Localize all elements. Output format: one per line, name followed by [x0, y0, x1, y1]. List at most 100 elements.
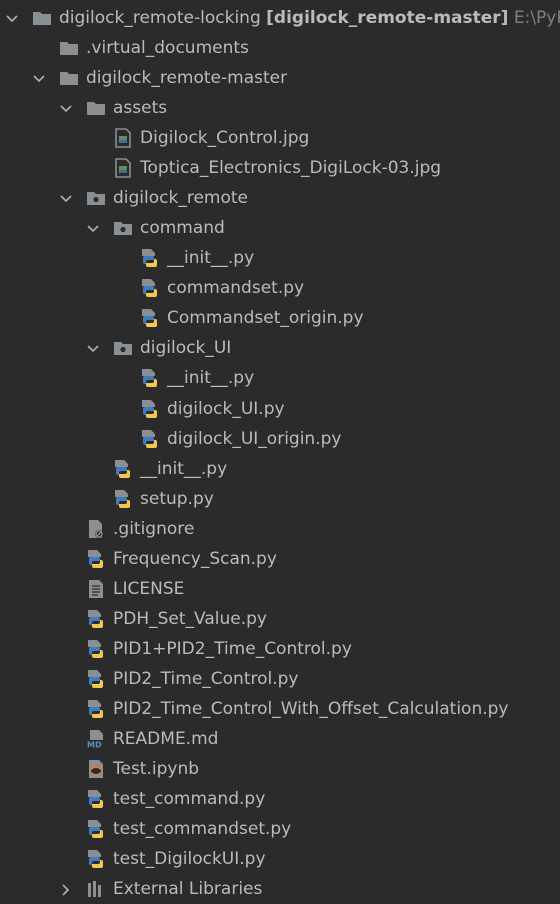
tree-row[interactable]: digilock_UI_origin.py	[0, 424, 560, 454]
tree-row[interactable]: MD README.md	[0, 724, 560, 754]
tree-item-label: Test.ipynb	[113, 758, 199, 780]
tree-row[interactable]: digilock_UI.py	[0, 394, 560, 424]
text-file-icon	[86, 579, 106, 599]
chevron-down-icon[interactable]	[32, 71, 46, 85]
tree-row[interactable]: test_command.py	[0, 784, 560, 814]
tree-row[interactable]: setup.py	[0, 484, 560, 514]
folder-icon	[32, 8, 52, 28]
tree-item-label: command	[140, 217, 225, 239]
package-folder-icon	[86, 188, 106, 208]
python-file-icon	[113, 489, 133, 509]
item-name: LICENSE	[113, 578, 185, 599]
root-path: E:\PyP	[513, 8, 560, 28]
item-name: commandset.py	[167, 278, 305, 299]
tree-row[interactable]: test_DigilockUI.py	[0, 844, 560, 874]
tree-row[interactable]: Toptica_Electronics_DigiLock-03.jpg	[0, 153, 560, 183]
tree-item-label: __init__.py	[167, 367, 254, 389]
tree-item-label: LICENSE	[113, 578, 184, 600]
jupyter-file-icon	[86, 759, 106, 779]
root-module-name: [digilock_remote-master]	[266, 8, 509, 28]
tree-item-label: .gitignore	[113, 518, 194, 540]
chevron-down-icon[interactable]	[5, 11, 19, 25]
folder-icon	[59, 38, 79, 58]
item-name: __init__.py	[140, 458, 228, 479]
chevron-down-icon[interactable]	[86, 341, 100, 355]
tree-row[interactable]: .gitignore	[0, 514, 560, 544]
tree-item-label: digilock_UI.py	[167, 398, 285, 420]
python-file-icon	[86, 699, 106, 719]
tree-item-label: PID1+PID2_Time_Control.py	[113, 638, 352, 660]
item-name: test_command.py	[113, 789, 266, 810]
python-file-icon	[86, 789, 106, 809]
item-name: command	[140, 218, 225, 239]
chevron-down-icon[interactable]	[86, 221, 100, 235]
folder-icon	[59, 68, 79, 88]
tree-row[interactable]: PDH_Set_Value.py	[0, 604, 560, 634]
svg-text:MD: MD	[87, 740, 102, 749]
python-file-icon	[86, 609, 106, 629]
image-file-icon	[113, 158, 133, 178]
chevron-down-icon[interactable]	[59, 101, 73, 115]
tree-item-label: .virtual_documents	[86, 37, 249, 59]
tree-row[interactable]: __init__.py	[0, 363, 560, 393]
python-file-icon	[140, 278, 160, 298]
tree-row[interactable]: digilock_remote	[0, 183, 560, 213]
tree-row[interactable]: Test.ipynb	[0, 754, 560, 784]
tree-row[interactable]: assets	[0, 93, 560, 123]
item-name: PID2_Time_Control_With_Offset_Calculatio…	[113, 698, 509, 719]
package-folder-icon	[113, 338, 133, 358]
tree-item-label: README.md	[113, 728, 218, 750]
item-name: Frequency_Scan.py	[113, 548, 277, 569]
python-file-icon	[140, 248, 160, 268]
tree-row[interactable]: .virtual_documents	[0, 33, 560, 63]
tree-row[interactable]: PID2_Time_Control_With_Offset_Calculatio…	[0, 694, 560, 724]
item-name: test_DigilockUI.py	[113, 849, 266, 870]
tree-row[interactable]: PID2_Time_Control.py	[0, 664, 560, 694]
item-name: digilock_UI.py	[167, 398, 285, 419]
chevron-right-icon[interactable]	[59, 882, 73, 896]
item-name: .virtual_documents	[86, 38, 249, 59]
item-name: __init__.py	[167, 248, 255, 269]
tree-item-label: PID2_Time_Control_With_Offset_Calculatio…	[113, 698, 509, 720]
tree-item-label: Commandset_origin.py	[167, 307, 364, 329]
image-file-icon	[113, 128, 133, 148]
tree-row[interactable]: commandset.py	[0, 273, 560, 303]
tree-row[interactable]: External Libraries	[0, 874, 560, 904]
tree-row[interactable]: Commandset_origin.py	[0, 303, 560, 333]
tree-item-label: test_command.py	[113, 788, 265, 810]
tree-row[interactable]: PID1+PID2_Time_Control.py	[0, 634, 560, 664]
tree-row[interactable]: Frequency_Scan.py	[0, 544, 560, 574]
item-name: setup.py	[140, 488, 214, 509]
libraries-icon	[86, 879, 106, 899]
item-name: PDH_Set_Value.py	[113, 608, 267, 629]
python-file-icon	[86, 819, 106, 839]
tree-item-label: digilock_remote	[113, 187, 248, 209]
tree-item-label: digilock_UI	[140, 337, 231, 359]
python-file-icon	[86, 549, 106, 569]
tree-item-label: PID2_Time_Control.py	[113, 668, 298, 690]
tree-item-label: test_commandset.py	[113, 818, 291, 840]
tree-item-label: Digilock_Control.jpg	[140, 127, 309, 149]
tree-row[interactable]: __init__.py	[0, 454, 560, 484]
item-name: test_commandset.py	[113, 819, 292, 840]
item-name: External Libraries	[113, 879, 263, 900]
tree-item-label: setup.py	[140, 488, 214, 510]
tree-row[interactable]: __init__.py	[0, 243, 560, 273]
python-file-icon	[86, 669, 106, 689]
tree-item-label: __init__.py	[140, 458, 227, 480]
python-file-icon	[140, 399, 160, 419]
chevron-down-icon[interactable]	[59, 191, 73, 205]
item-name: Test.ipynb	[113, 759, 200, 779]
tree-item-label: digilock_remote-master	[86, 67, 287, 89]
tree-row[interactable]: digilock_UI	[0, 333, 560, 363]
tree-row[interactable]: LICENSE	[0, 574, 560, 604]
item-name: digilock_UI	[140, 338, 232, 359]
python-file-icon	[113, 459, 133, 479]
tree-row[interactable]: test_commandset.py	[0, 814, 560, 844]
tree-row[interactable]: digilock_remote-locking [digilock_remote…	[0, 3, 560, 33]
tree-row[interactable]: Digilock_Control.jpg	[0, 123, 560, 153]
item-name: Toptica_Electronics_DigiLock-03.jpg	[140, 158, 442, 179]
tree-row[interactable]: command	[0, 213, 560, 243]
package-folder-icon	[113, 218, 133, 238]
tree-row[interactable]: digilock_remote-master	[0, 63, 560, 93]
